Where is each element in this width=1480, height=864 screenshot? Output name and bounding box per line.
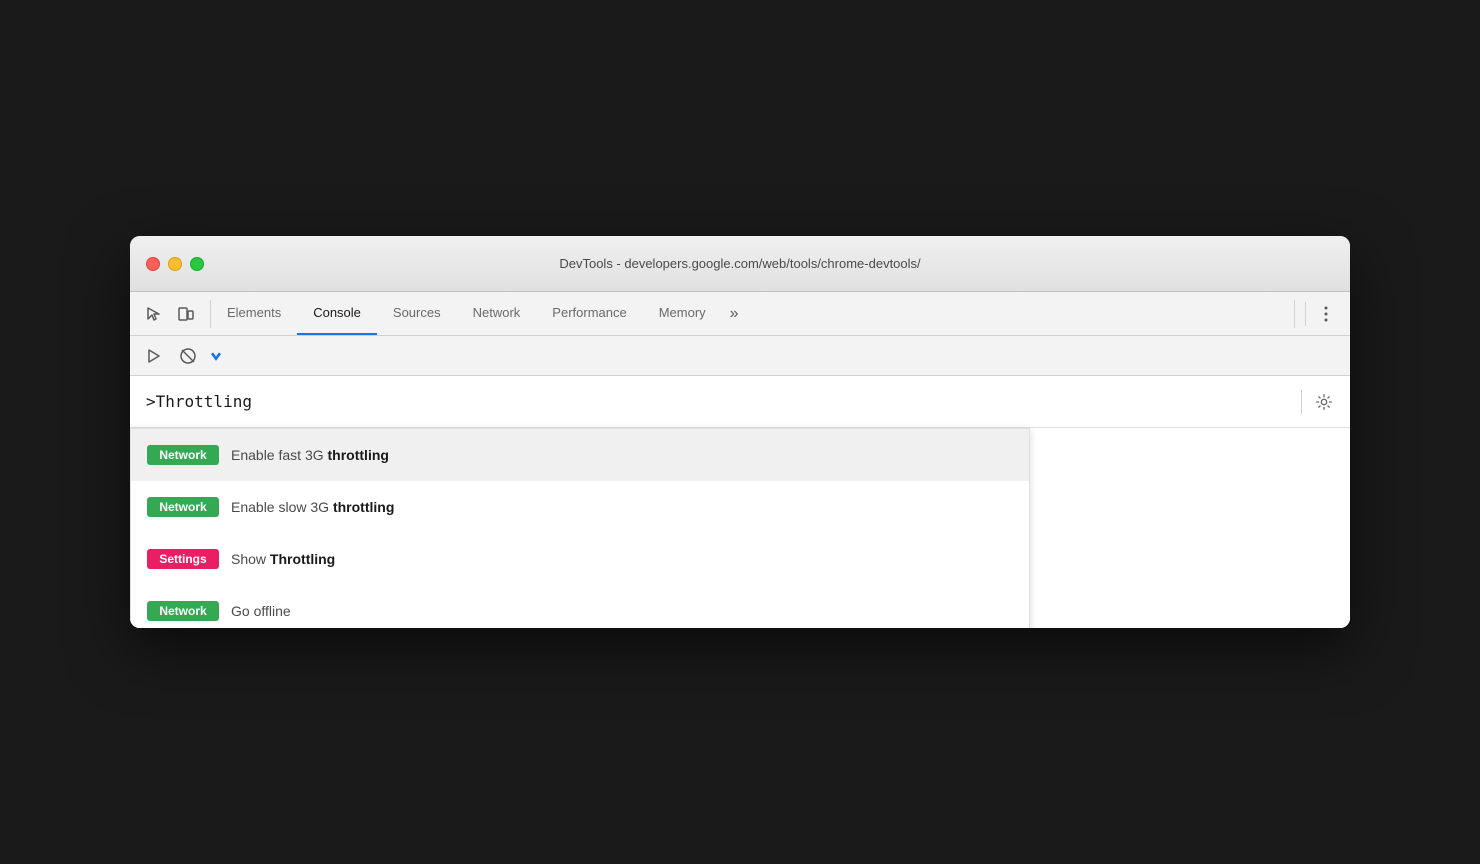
traffic-lights: [130, 257, 204, 271]
play-button[interactable]: [140, 342, 168, 370]
menu-item-slow3g[interactable]: Network Enable slow 3G throttling: [131, 481, 1029, 533]
stop-button[interactable]: [174, 342, 202, 370]
badge-network-2: Network: [147, 497, 219, 517]
devtools-panel: Elements Console Sources Network Perform…: [130, 292, 1350, 628]
tab-network[interactable]: Network: [457, 292, 537, 335]
toolbar-left-icons: [130, 300, 211, 328]
tab-sources[interactable]: Sources: [377, 292, 457, 335]
fullscreen-button[interactable]: [190, 257, 204, 271]
minimize-button[interactable]: [168, 257, 182, 271]
menu-item-text-fast3g: Enable fast 3G throttling: [231, 447, 389, 463]
menu-item-fast3g[interactable]: Network Enable fast 3G throttling: [131, 429, 1029, 481]
more-options-button[interactable]: [1312, 300, 1340, 328]
command-input-bar: >Throttling: [130, 376, 1350, 428]
tab-memory[interactable]: Memory: [643, 292, 722, 335]
device-toolbar-button[interactable]: [172, 300, 200, 328]
menu-item-text-slow3g: Enable slow 3G throttling: [231, 499, 394, 515]
badge-settings-1: Settings: [147, 549, 219, 569]
tab-elements[interactable]: Elements: [211, 292, 297, 335]
devtools-window: DevTools - developers.google.com/web/too…: [130, 236, 1350, 628]
expand-chevron-icon[interactable]: [208, 348, 224, 364]
badge-network-3: Network: [147, 601, 219, 621]
command-area: >Throttling Network Enable fast 3G throt…: [130, 376, 1350, 628]
tab-console[interactable]: Console: [297, 292, 377, 335]
menu-item-text-go-offline: Go offline: [231, 603, 291, 619]
toolbar-separator: [1305, 302, 1306, 326]
secondary-toolbar: [130, 336, 1350, 376]
window-title: DevTools - developers.google.com/web/too…: [559, 256, 920, 271]
menu-item-go-offline[interactable]: Network Go offline: [131, 585, 1029, 628]
inspect-element-button[interactable]: [140, 300, 168, 328]
menu-item-show-throttling[interactable]: Settings Show Throttling: [131, 533, 1029, 585]
menu-item-text-show-throttling: Show Throttling: [231, 551, 335, 567]
badge-network-1: Network: [147, 445, 219, 465]
tab-performance[interactable]: Performance: [536, 292, 642, 335]
title-bar: DevTools - developers.google.com/web/too…: [130, 236, 1350, 292]
tabs-area: Elements Console Sources Network Perform…: [211, 292, 1294, 335]
input-separator: [1301, 390, 1302, 414]
more-tabs-button[interactable]: »: [722, 292, 747, 335]
command-dropdown: Network Enable fast 3G throttling Networ…: [130, 428, 1030, 628]
command-input-text[interactable]: >Throttling: [146, 392, 252, 411]
settings-gear-button[interactable]: [1310, 388, 1338, 416]
main-toolbar: Elements Console Sources Network Perform…: [130, 292, 1350, 336]
toolbar-right: [1294, 300, 1350, 328]
close-button[interactable]: [146, 257, 160, 271]
